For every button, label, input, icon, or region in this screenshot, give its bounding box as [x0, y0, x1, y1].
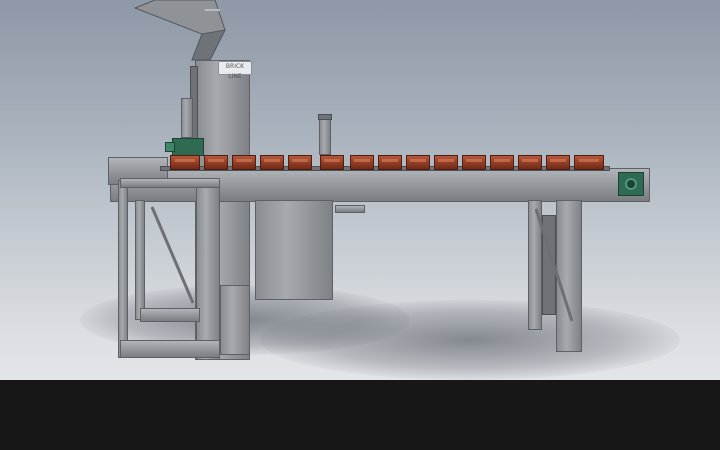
cylinder-icon: [319, 117, 331, 155]
left-frame-mid: [140, 308, 200, 322]
drive-motor-hub: [625, 178, 637, 190]
status-bar: [0, 380, 720, 450]
brick: [490, 155, 514, 170]
base-cabinet: [255, 200, 333, 300]
cylinder-cap: [318, 114, 332, 120]
left-frame-bottom: [120, 340, 220, 358]
brick: [204, 155, 228, 170]
motor-cap: [165, 142, 175, 152]
left-frame-foot: [220, 285, 250, 355]
brick: [546, 155, 570, 170]
model-label: BRICK LINE: [218, 61, 252, 80]
brick: [170, 155, 200, 170]
brick: [260, 155, 284, 170]
side-cylinder: [335, 205, 365, 213]
brick: [462, 155, 486, 170]
left-frame-post-inner: [196, 185, 220, 360]
brick: [320, 155, 344, 170]
press-cylinder: [181, 98, 193, 138]
left-frame-top: [120, 178, 220, 188]
brick: [350, 155, 374, 170]
floor-shadow-right: [260, 300, 680, 380]
brick: [434, 155, 458, 170]
brick: [232, 155, 256, 170]
motor-icon: [172, 138, 204, 156]
left-frame-brace: [150, 206, 195, 304]
brick: [518, 155, 542, 170]
brick: [288, 155, 312, 170]
right-leg-brace: [534, 208, 574, 322]
cad-viewport[interactable]: BRICK LINE: [0, 0, 720, 380]
brick: [574, 155, 604, 170]
left-frame-post-outer: [118, 180, 128, 358]
brick: [406, 155, 430, 170]
brick: [378, 155, 402, 170]
left-frame-post: [135, 200, 145, 320]
